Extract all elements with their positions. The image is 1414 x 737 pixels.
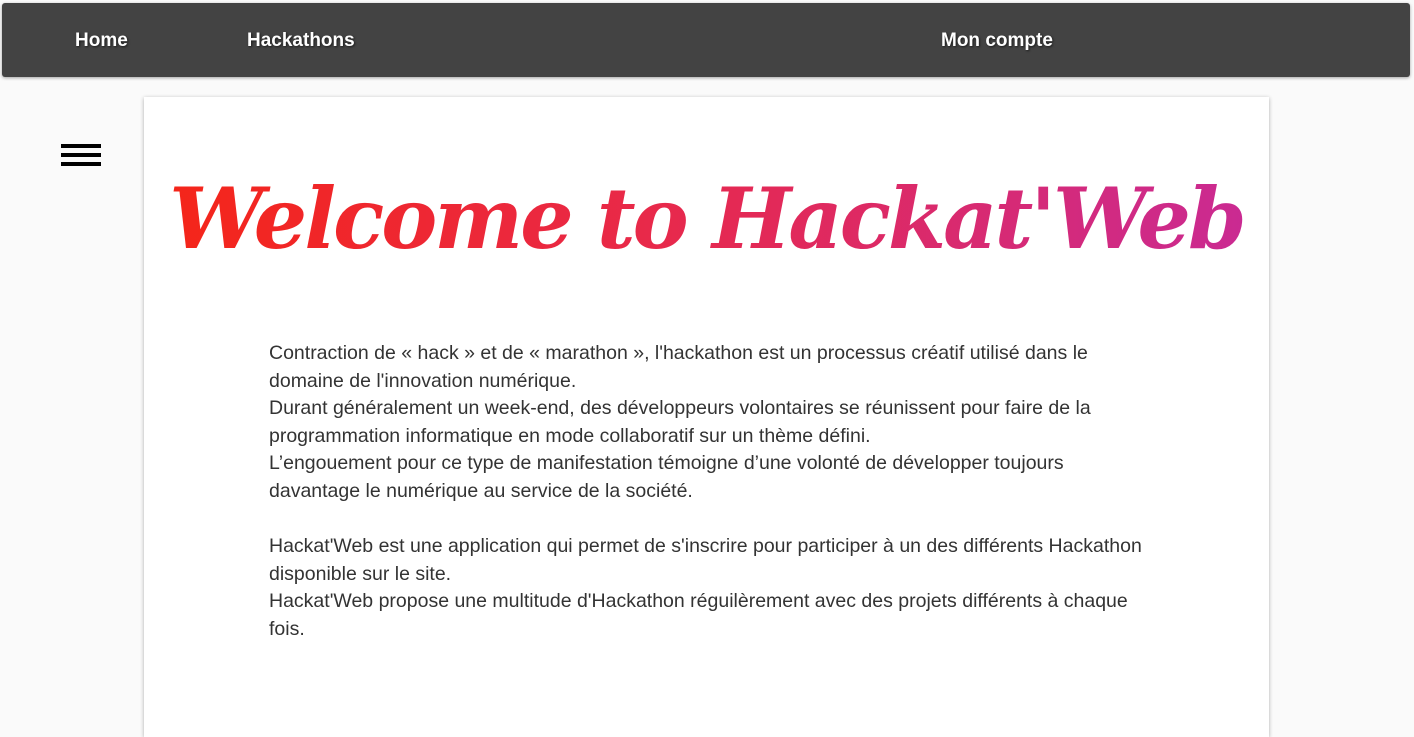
hamburger-menu-icon[interactable] xyxy=(61,144,101,168)
nav-account-link[interactable]: Mon compte xyxy=(941,29,1053,53)
intro-text: Contraction de « hack » et de « marathon… xyxy=(269,340,1149,644)
nav-home-link[interactable]: Home xyxy=(75,29,128,53)
top-navbar: Home Hackathons Mon compte xyxy=(2,3,1410,77)
hamburger-bar xyxy=(61,144,101,148)
intro-paragraph: Hackat'Web propose une multitude d'Hacka… xyxy=(269,590,1128,640)
nav-hackathons-link[interactable]: Hackathons xyxy=(247,29,355,53)
main-content-card: Welcome to Hackat'Web Contraction de « h… xyxy=(144,97,1269,737)
hamburger-bar xyxy=(61,162,101,166)
intro-paragraph: Contraction de « hack » et de « marathon… xyxy=(269,342,1088,392)
page-title: Welcome to Hackat'Web xyxy=(144,169,1269,269)
intro-paragraph: L’engouement pour ce type de manifestati… xyxy=(269,452,1064,502)
hamburger-bar xyxy=(61,153,101,157)
intro-paragraph: Durant généralement un week-end, des dév… xyxy=(269,397,1091,447)
intro-paragraph: Hackat'Web est une application qui perme… xyxy=(269,535,1142,585)
